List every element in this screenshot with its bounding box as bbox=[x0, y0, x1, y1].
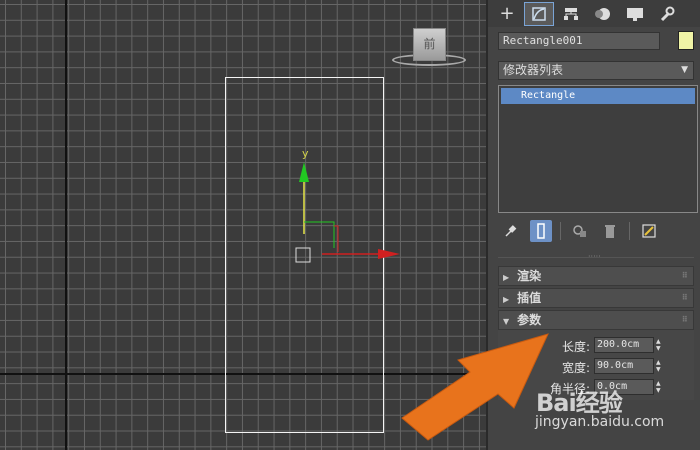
width-input[interactable]: 90.0cm bbox=[594, 358, 654, 374]
toolbar-separator bbox=[560, 222, 561, 240]
command-panel-tabs: + bbox=[488, 0, 700, 27]
watermark-logo: Bai经验 bbox=[536, 389, 623, 417]
chevron-down-icon: ▼ bbox=[681, 65, 688, 75]
rollout-parameters[interactable]: ▼ 参数 ⠿ bbox=[498, 310, 694, 330]
gizmo-y-arrow bbox=[299, 162, 309, 182]
display-tab-icon[interactable] bbox=[620, 2, 650, 26]
make-unique-icon[interactable] bbox=[569, 220, 591, 242]
spinner-icon[interactable]: ▲ ▼ bbox=[656, 338, 661, 352]
rollout-parameters-label: 参数 bbox=[517, 313, 542, 327]
expand-arrow-icon: ▶ bbox=[503, 273, 510, 282]
perspective-viewport[interactable]: 前 y bbox=[0, 0, 486, 450]
rollout-render[interactable]: ▶ 渲染 ⠿ bbox=[498, 266, 694, 286]
modifier-list-dropdown[interactable]: 修改器列表 ▼ bbox=[498, 61, 694, 80]
trash-icon[interactable] bbox=[599, 220, 621, 242]
collapse-arrow-icon: ▼ bbox=[503, 317, 510, 326]
configure-modifier-sets-icon[interactable] bbox=[638, 220, 660, 242]
hierarchy-tab-icon[interactable] bbox=[556, 2, 586, 26]
divider-grip[interactable]: ····· bbox=[588, 253, 604, 261]
gizmo-xy-plane bbox=[304, 221, 335, 248]
param-label: 长度: bbox=[561, 340, 590, 354]
spinner-icon[interactable]: ▲ ▼ bbox=[656, 380, 661, 394]
stack-toolbar bbox=[500, 220, 690, 242]
length-input[interactable]: 200.0cm bbox=[594, 337, 654, 353]
rollout-render-label: 渲染 bbox=[517, 269, 542, 283]
spinner-icon[interactable]: ▲ ▼ bbox=[656, 359, 661, 373]
gizmo-pivot-box bbox=[295, 247, 311, 263]
pin-stack-icon[interactable] bbox=[500, 220, 522, 242]
utilities-tab-wrench-icon[interactable] bbox=[652, 2, 682, 26]
watermark-url: jingyan.baidu.com bbox=[535, 414, 665, 430]
expand-arrow-icon: ▶ bbox=[503, 295, 510, 304]
gizmo-x-arrow bbox=[378, 249, 400, 259]
motion-tab-icon[interactable] bbox=[588, 2, 618, 26]
rollout-interpolation-label: 插值 bbox=[517, 291, 542, 305]
rollout-grip-icon: ⠿ bbox=[681, 293, 688, 302]
object-name-field[interactable]: Rectangle001 bbox=[498, 32, 660, 50]
rollout-grip-icon: ⠿ bbox=[681, 271, 688, 280]
rollout-interpolation[interactable]: ▶ 插值 ⠿ bbox=[498, 288, 694, 308]
toolbar-separator bbox=[629, 222, 630, 240]
transform-gizmo[interactable]: y bbox=[0, 0, 486, 450]
modifier-list-label: 修改器列表 bbox=[503, 63, 564, 77]
stack-item-rectangle[interactable]: Rectangle bbox=[501, 88, 695, 104]
gizmo-xy-plane-red bbox=[334, 225, 339, 252]
modifier-stack[interactable]: Rectangle bbox=[498, 85, 698, 213]
param-row-length: 长度: 200.0cm ▲ ▼ bbox=[498, 337, 694, 355]
param-row-width: 宽度: 90.0cm ▲ ▼ bbox=[498, 358, 694, 376]
rollout-grip-icon: ⠿ bbox=[681, 315, 688, 324]
create-tab-plus-icon[interactable]: + bbox=[492, 2, 522, 26]
param-label: 宽度: bbox=[561, 361, 590, 375]
gizmo-y-label: y bbox=[302, 147, 309, 160]
show-end-result-icon[interactable] bbox=[530, 220, 552, 242]
modify-tab-icon[interactable] bbox=[524, 1, 554, 26]
object-color-swatch[interactable] bbox=[678, 31, 694, 50]
